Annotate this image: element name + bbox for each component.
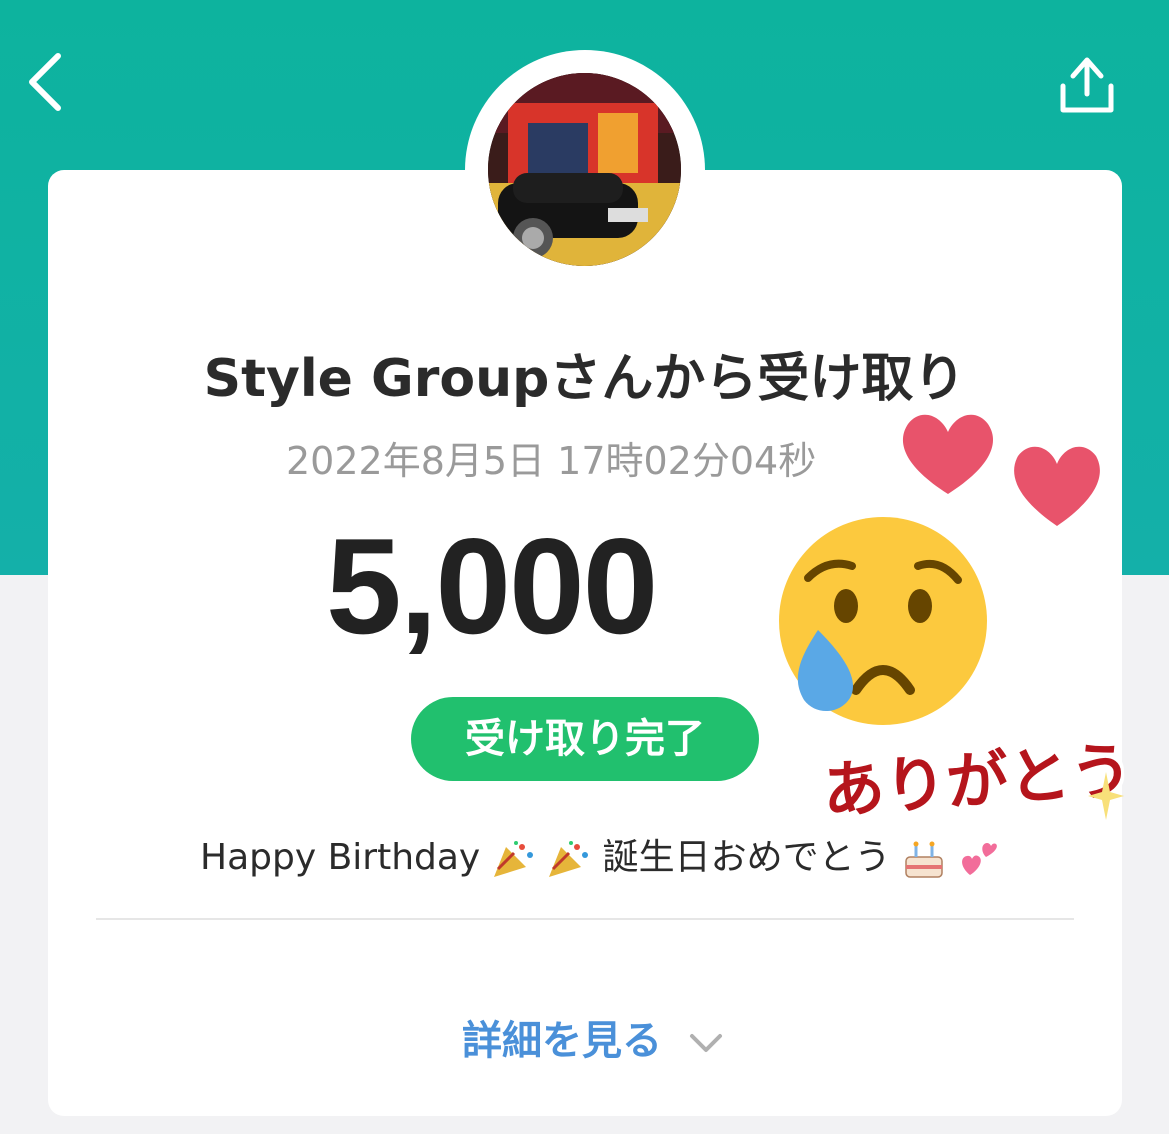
message-text: Happy Birthday [200, 837, 481, 878]
two-hearts-icon [961, 843, 997, 875]
divider [96, 918, 1074, 920]
chevron-down-icon [689, 1034, 722, 1052]
back-button[interactable] [22, 50, 72, 114]
crying-face-icon [773, 511, 993, 731]
party-popper-icon [549, 841, 589, 877]
gift-message: Happy Birthday 誕生日おめでとう [200, 828, 998, 880]
transaction-datetime: 2022年8月5日 17時02分04秒 [286, 439, 817, 483]
sparkle-icon [1088, 772, 1124, 820]
share-button[interactable] [1055, 52, 1119, 116]
chevron-left-icon [29, 53, 61, 111]
heart-icon [1007, 438, 1107, 534]
page-title: Style Groupさんから受け取り [203, 349, 966, 409]
share-icon [1060, 57, 1114, 113]
avatar [488, 73, 681, 266]
view-details-label: 詳細を見る [462, 1018, 662, 1064]
amount-value: 5,000 [326, 510, 658, 662]
cake-icon [905, 841, 943, 878]
message-text-2: 誕生日おめでとう [602, 837, 891, 878]
heart-icon [896, 408, 1000, 502]
view-details-button[interactable]: 詳細を見る [462, 1008, 724, 1068]
status-badge: 受け取り完了 [411, 697, 759, 781]
party-popper-icon [493, 841, 533, 877]
